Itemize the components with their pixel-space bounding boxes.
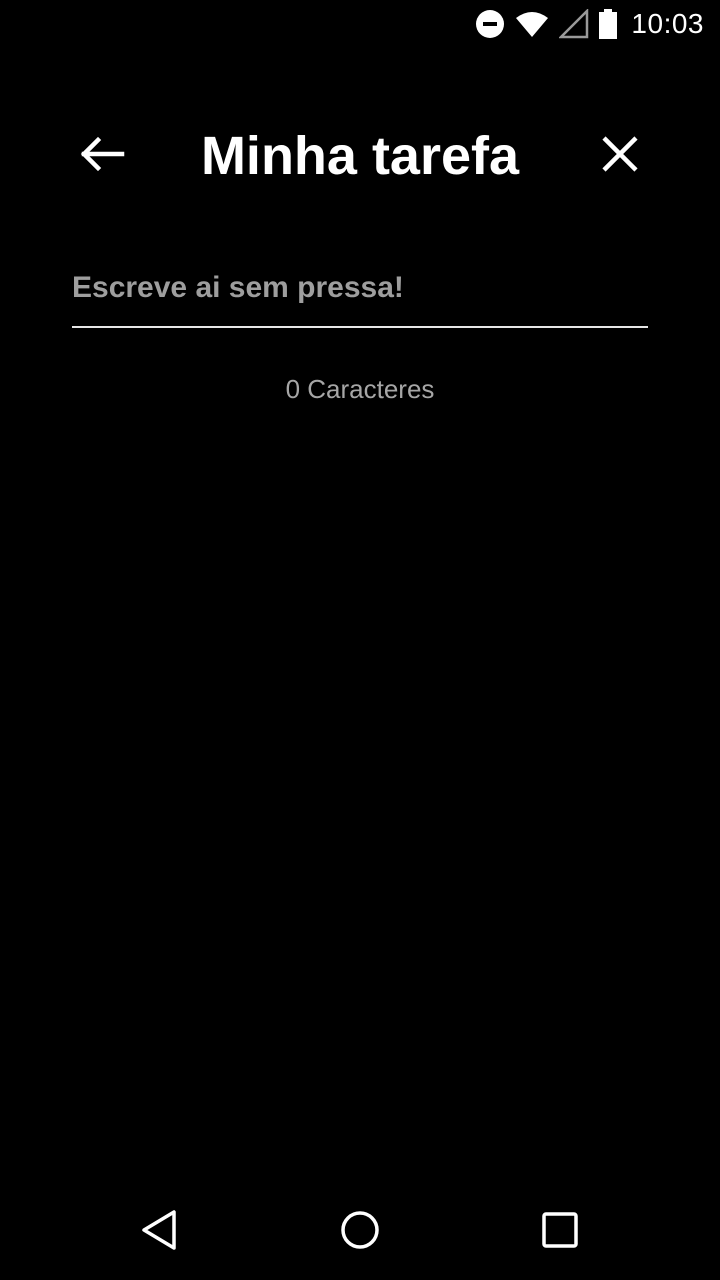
battery-icon [599,9,618,39]
status-bar: 10:03 [0,0,720,48]
status-time: 10:03 [631,8,704,39]
character-counter: 0 Caracteres [285,374,435,404]
wifi-icon [515,10,549,38]
screen: 10:03 Minha tarefa 0 Caracteres [0,0,720,1280]
nav-back-icon [140,1208,180,1257]
task-input[interactable] [72,250,648,328]
task-input-wrapper [72,250,648,330]
header: Minha tarefa [0,104,720,204]
close-button[interactable] [580,116,660,196]
nav-recents-button[interactable] [520,1192,600,1272]
nav-home-button[interactable] [320,1192,400,1272]
nav-back-button[interactable] [120,1192,200,1272]
do-not-disturb-icon [475,9,505,39]
nav-home-icon [339,1209,381,1256]
cell-signal-icon [559,9,589,39]
navigation-bar [0,1184,720,1280]
nav-recents-icon [541,1211,579,1254]
close-icon [601,135,639,178]
